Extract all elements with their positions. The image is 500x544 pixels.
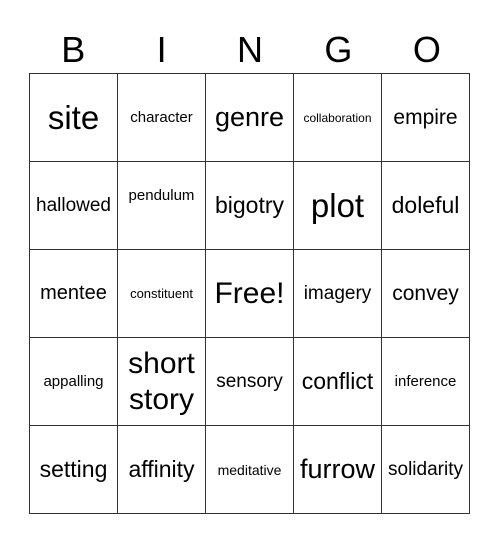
bingo-cell[interactable]: doleful — [381, 161, 470, 250]
card-row: setting affinity meditative furrow solid… — [29, 425, 470, 514]
bingo-cell[interactable]: pendulum — [117, 161, 206, 250]
bingo-cell[interactable]: site — [29, 73, 118, 162]
bingo-cell[interactable]: short story — [117, 337, 206, 426]
card-row: mentee constituent Free! imagery convey — [29, 249, 470, 338]
bingo-cell[interactable]: solidarity — [381, 425, 470, 514]
bingo-cell[interactable]: imagery — [293, 249, 382, 338]
bingo-cell[interactable]: appalling — [29, 337, 118, 426]
header-letter-g: G — [324, 29, 353, 70]
bingo-cell[interactable]: empire — [381, 73, 470, 162]
bingo-cell[interactable]: furrow — [293, 425, 382, 514]
card-row: site character genre collaboration empir… — [29, 73, 470, 162]
header-letter-o: O — [412, 29, 441, 70]
bingo-cell[interactable]: convey — [381, 249, 470, 338]
bingo-cell[interactable]: mentee — [29, 249, 118, 338]
free-space-cell[interactable]: Free! — [205, 249, 294, 338]
header-letter-i: I — [156, 29, 167, 70]
bingo-cell[interactable]: setting — [29, 425, 118, 514]
bingo-header: B I N G O — [29, 28, 471, 72]
bingo-cell[interactable]: collaboration — [293, 73, 382, 162]
bingo-cell[interactable]: plot — [293, 161, 382, 250]
card-row: appalling short story sensory conflict i… — [29, 337, 470, 426]
bingo-cell[interactable]: inference — [381, 337, 470, 426]
bingo-cell[interactable]: hallowed — [29, 161, 118, 250]
bingo-cell[interactable]: affinity — [117, 425, 206, 514]
bingo-cell[interactable]: sensory — [205, 337, 294, 426]
bingo-cell[interactable]: meditative — [205, 425, 294, 514]
bingo-cell[interactable]: bigotry — [205, 161, 294, 250]
header-letter-n: N — [237, 29, 264, 70]
bingo-cell[interactable]: conflict — [293, 337, 382, 426]
bingo-cell[interactable]: character — [117, 73, 206, 162]
header-letter-b: B — [61, 29, 86, 70]
bingo-cell[interactable]: constituent — [117, 249, 206, 338]
bingo-cell[interactable]: genre — [205, 73, 294, 162]
cell-text: pendulum — [128, 187, 195, 204]
bingo-card: site character genre collaboration empir… — [29, 73, 470, 514]
card-row: hallowed pendulum bigotry plot doleful — [29, 161, 470, 250]
